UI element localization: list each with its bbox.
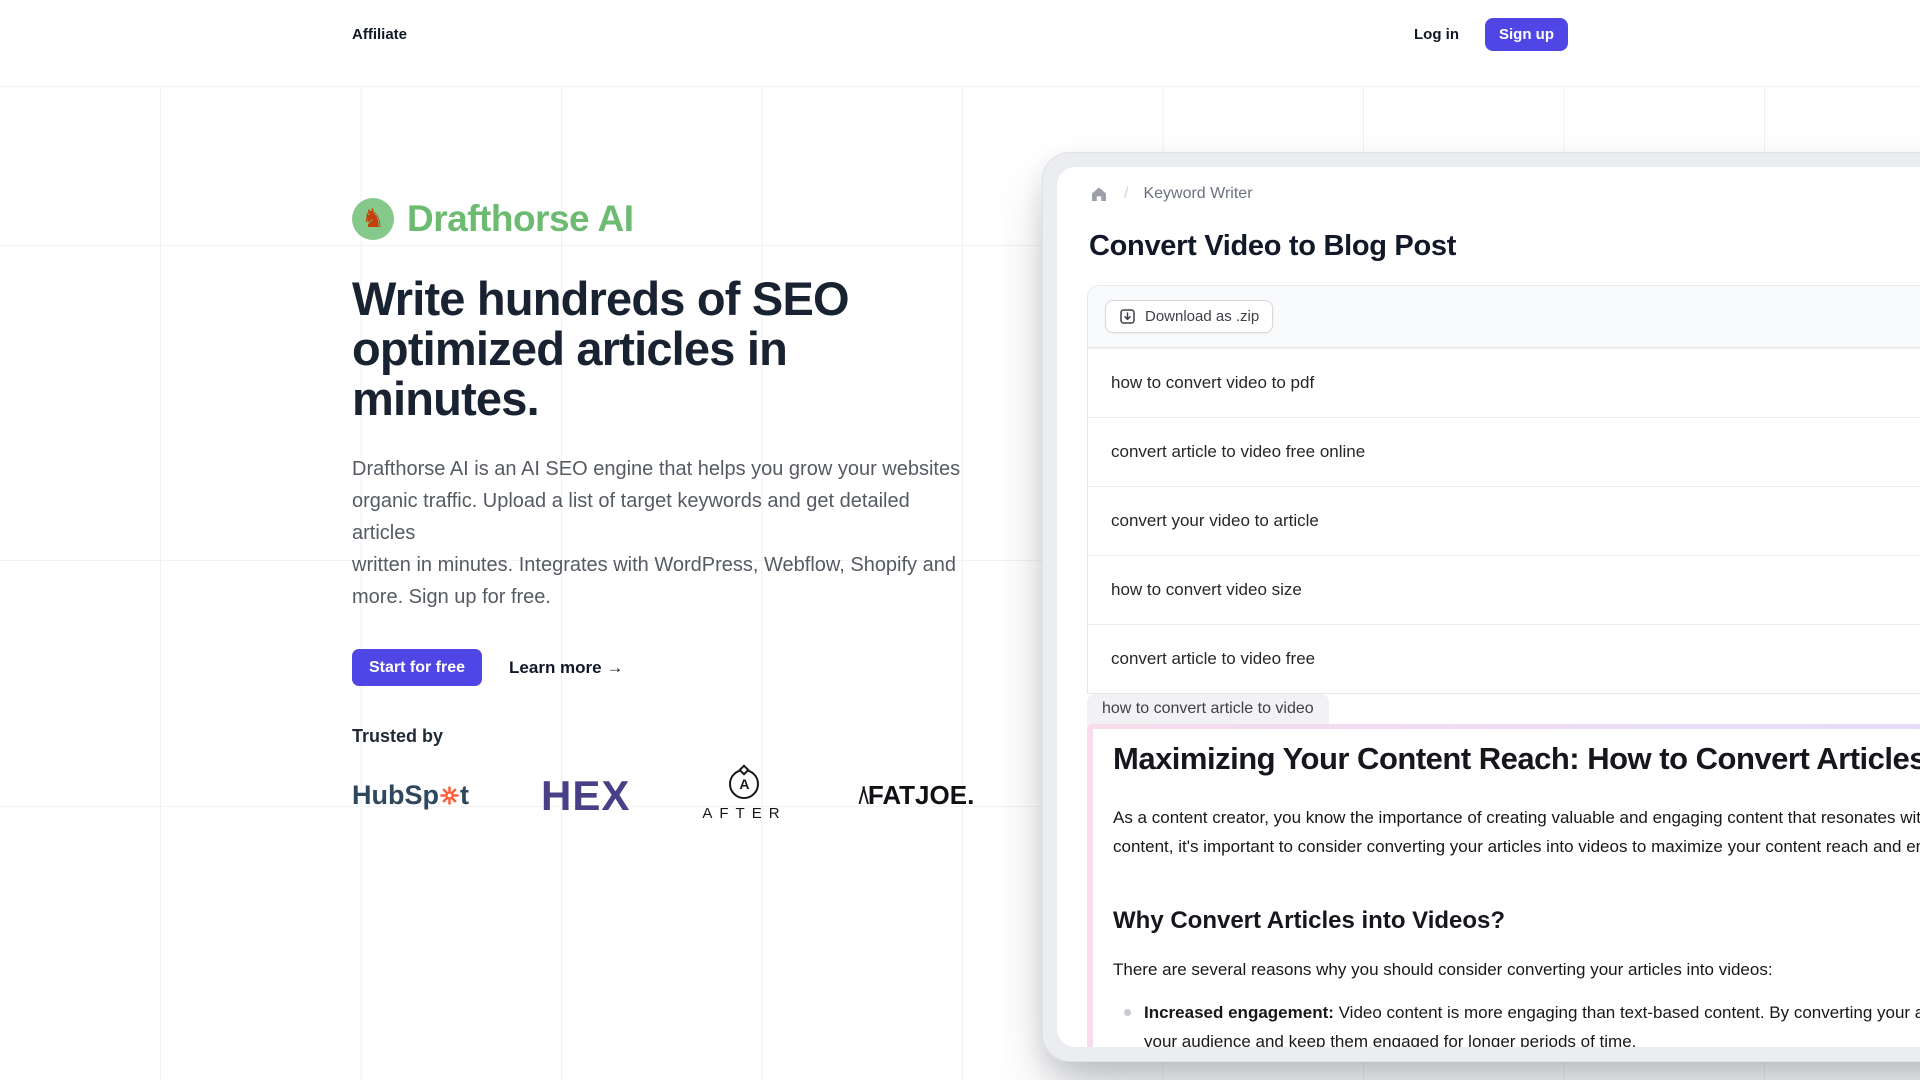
hero-title-line: minutes. [352, 372, 539, 425]
active-keyword-tab[interactable]: how to convert article to video [1087, 694, 1329, 724]
start-for-free-button[interactable]: Start for free [352, 649, 482, 686]
bullet-line-2: your audience and keep them engaged for … [1144, 1027, 1920, 1047]
hubspot-logo: HubSp t [352, 780, 469, 811]
breadcrumb-current[interactable]: Keyword Writer [1143, 185, 1252, 203]
article-paragraph: As a content creator, you know the impor… [1113, 803, 1920, 861]
article-section-heading: Why Convert Articles into Videos? [1113, 907, 1920, 935]
bullet-text: Increased engagement: Video content is m… [1144, 998, 1920, 1047]
bullet-line-1-rest: Video content is more engaging than text… [1334, 1003, 1920, 1022]
keyword-table: Download as .zip how to convert video to… [1087, 285, 1920, 694]
hero-description-line: organic traffic. Upload a list of target… [352, 485, 972, 549]
after-logo: A AFTER [702, 769, 786, 822]
nav-right-group: Log in Sign up [1414, 18, 1568, 51]
page-title: Convert Video to Blog Post [1089, 230, 1920, 263]
keyword-row[interactable]: convert article to video free [1088, 624, 1920, 693]
article-paragraph-line: content, it's important to consider conv… [1113, 832, 1920, 861]
top-nav: Affiliate Log in Sign up [320, 0, 1600, 68]
download-icon [1119, 308, 1136, 325]
download-zip-button[interactable]: Download as .zip [1105, 300, 1273, 333]
grid-hline [0, 86, 1920, 87]
after-diamond-icon [739, 764, 750, 775]
breadcrumb: / Keyword Writer [1089, 183, 1920, 205]
hero-section: ♞ Drafthorse AI Write hundreds of SEO op… [352, 198, 972, 822]
bullet-dot [1124, 1009, 1131, 1016]
article-preview-frame: Maximizing Your Content Reach: How to Co… [1087, 724, 1920, 1047]
article-title: Maximizing Your Content Reach: How to Co… [1113, 741, 1920, 777]
list-item: Increased engagement: Video content is m… [1113, 998, 1920, 1047]
article-preview: Maximizing Your Content Reach: How to Co… [1093, 729, 1920, 1047]
horse-glyph: ♞ [361, 206, 384, 232]
keyword-row[interactable]: how to convert video to pdf [1088, 348, 1920, 417]
hubspot-text-pre: HubSp [352, 780, 439, 811]
brand-name: Drafthorse AI [407, 198, 634, 240]
download-zip-label: Download as .zip [1145, 308, 1259, 325]
app-preview-surface: / Keyword Writer Convert Video to Blog P… [1057, 167, 1920, 1047]
after-compass-icon: A [729, 769, 759, 799]
signup-button[interactable]: Sign up [1485, 18, 1568, 51]
hero-description: Drafthorse AI is an AI SEO engine that h… [352, 453, 972, 613]
login-link[interactable]: Log in [1414, 26, 1459, 43]
hero-title-line: Write hundreds of SEO [352, 272, 849, 325]
hero-description-line: Drafthorse AI is an AI SEO engine that h… [352, 453, 972, 485]
nav-affiliate-link[interactable]: Affiliate [352, 26, 407, 43]
brand-logo: ♞ Drafthorse AI [352, 198, 972, 240]
home-icon[interactable] [1089, 184, 1109, 204]
after-letter: A [739, 776, 749, 792]
horse-logo-icon: ♞ [352, 198, 394, 240]
app-preview-window: / Keyword Writer Convert Video to Blog P… [1042, 152, 1920, 1062]
hubspot-sprocket-icon [440, 786, 459, 805]
article-paragraph-line: As a content creator, you know the impor… [1113, 803, 1920, 832]
hero-title-line: optimized articles in [352, 322, 787, 375]
cta-row: Start for free Learn more → [352, 649, 972, 686]
trusted-by-label: Trusted by [352, 726, 972, 747]
keyword-row[interactable]: how to convert video size [1088, 555, 1920, 624]
hero-description-line: written in minutes. Integrates with Word… [352, 549, 972, 581]
hero-description-line: more. Sign up for free. [352, 581, 972, 613]
fatjoe-mark-icon: /\ [859, 783, 866, 811]
trusted-logos-row: HubSp t HEX A AFTER [352, 769, 972, 822]
keyword-row[interactable]: convert your video to article [1088, 486, 1920, 555]
keyword-row[interactable]: convert article to video free online [1088, 417, 1920, 486]
learn-more-link[interactable]: Learn more → [509, 658, 623, 678]
hero-title: Write hundreds of SEO optimized articles… [352, 274, 972, 424]
bullet-line-1: Increased engagement: Video content is m… [1144, 998, 1920, 1027]
hubspot-text-post: t [460, 780, 469, 811]
hex-logo: HEX [541, 772, 630, 820]
after-wordmark: AFTER [702, 805, 786, 822]
bullet-bold-lead: Increased engagement: [1144, 1003, 1334, 1022]
article-intro-line: There are several reasons why you should… [1113, 955, 1920, 984]
keyword-table-toolbar: Download as .zip [1088, 286, 1920, 348]
fatjoe-logo: /\ FATJOE. [859, 780, 975, 811]
fatjoe-wordmark: FATJOE. [868, 780, 974, 811]
breadcrumb-separator: / [1124, 185, 1128, 203]
